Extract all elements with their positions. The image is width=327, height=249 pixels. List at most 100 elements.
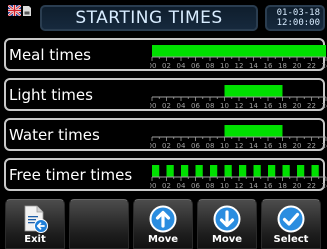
move-down-button[interactable]: Move [197,199,257,249]
active-period-bar [166,165,174,177]
hour-label: 14 [249,102,258,109]
hour-label: 22 [307,142,316,149]
hour-label: 24 [322,142,327,149]
hour-label: 18 [278,142,287,149]
hour-label: 24 [322,182,327,189]
page-title: STARTING TIMES [40,5,258,31]
hour-label: 02 [162,102,171,109]
row-label: Light times [9,86,93,104]
hour-label: 12 [235,62,244,69]
active-period-bar [195,165,203,177]
hour-label: 14 [249,62,258,69]
active-period-bar [239,165,247,177]
hour-label: 10 [220,182,229,189]
move-up-label: Move [147,234,179,245]
active-period-bar [311,165,319,177]
hour-label: 22 [307,182,316,189]
schedule-row-free-timer[interactable]: Free timer times 00 02 04 06 08 10 12 14 16 18 20 2… [4,158,327,191]
hour-label: 04 [177,62,186,69]
hour-label: 10 [220,62,229,69]
hour-label: 20 [293,142,302,149]
hour-label: 02 [162,142,171,149]
header-status-icons [8,5,31,27]
hour-label: 02 [162,62,171,69]
hour-label: 10 [220,142,229,149]
select-button[interactable]: Select [261,199,321,249]
hour-label: 16 [264,102,273,109]
starting-times-screen: STARTING TIMES 01-03-18 12:00:00 Meal ti… [0,0,327,249]
active-period-bar [152,45,326,57]
hour-label: 08 [206,182,215,189]
hour-label: 16 [264,62,273,69]
active-period-bar [210,165,218,177]
hour-label: 18 [278,62,287,69]
hour-label: 24 [322,62,327,69]
schedule-row-light[interactable]: Light times 00 02 04 06 08 10 12 14 16 18 20 22 24 [4,78,327,111]
softkey-bar: Exit Move Move Select [0,199,327,249]
hour-label: 16 [264,142,273,149]
hour-label: 12 [235,182,244,189]
active-period-bar [297,165,305,177]
time-text: 12:00:00 [276,18,320,28]
active-period-bar [181,165,189,177]
timeline-light: 00 02 04 06 08 10 12 14 16 18 20 22 24 [150,85,327,109]
hour-label: 14 [249,182,258,189]
hour-label: 20 [293,182,302,189]
hour-label: 08 [206,62,215,69]
datetime-display: 01-03-18 12:00:00 [265,5,325,31]
hour-label: 06 [191,142,200,149]
hour-label: 06 [191,62,200,69]
row-label: Water times [9,126,100,144]
uk-flag-icon[interactable] [8,5,21,16]
active-period-bar [253,165,261,177]
timeline-meal: 00 02 04 06 08 10 12 14 16 18 20 22 24 [150,45,327,69]
hour-label: 18 [278,102,287,109]
date-text: 01-03-18 [276,8,320,18]
timeline-free-timer: 00 02 04 06 08 10 12 14 16 18 20 22 24 [150,165,327,189]
hour-label: 04 [177,182,186,189]
row-label: Free timer times [9,166,133,184]
hour-label: 14 [249,142,258,149]
hour-label: 08 [206,102,215,109]
active-period-bar [268,165,276,177]
active-period-bar [224,165,232,177]
hour-label: 12 [235,102,244,109]
timeline-water: 00 02 04 06 08 10 12 14 16 18 20 22 24 [150,125,327,149]
blank-softkey[interactable] [69,199,129,249]
arrow-down-icon [213,205,241,233]
checkmark-icon [277,205,305,233]
hour-label: 00 [150,102,156,109]
move-up-button[interactable]: Move [133,199,193,249]
hour-label: 20 [293,102,302,109]
exit-icon [24,205,48,233]
select-label: Select [273,234,309,245]
header-bar: STARTING TIMES 01-03-18 12:00:00 [0,0,327,35]
hour-label: 00 [150,62,156,69]
memory-card-icon [23,6,31,16]
active-period-bar [224,125,283,137]
exit-button-label: Exit [24,234,46,245]
hour-label: 08 [206,142,215,149]
hour-label: 00 [150,142,156,149]
hour-label: 04 [177,102,186,109]
arrow-up-icon [149,205,177,233]
exit-button[interactable]: Exit [5,199,65,249]
hour-label: 06 [191,102,200,109]
active-period-bar [224,85,283,97]
hour-label: 00 [150,182,156,189]
active-period-bar [282,165,290,177]
hour-label: 04 [177,142,186,149]
hour-label: 22 [307,102,316,109]
hour-label: 22 [307,62,316,69]
row-label: Meal times [9,46,92,64]
hour-label: 18 [278,182,287,189]
hour-label: 24 [322,102,327,109]
hour-label: 20 [293,62,302,69]
hour-label: 06 [191,182,200,189]
move-down-label: Move [211,234,243,245]
hour-label: 16 [264,182,273,189]
hour-label: 02 [162,182,171,189]
schedule-row-meal[interactable]: Meal times 00 02 04 06 08 10 12 14 16 18 20 22 24 [4,38,327,71]
schedule-row-water[interactable]: Water times 00 02 04 06 08 10 12 14 16 18 20 22 24 [4,118,327,151]
hour-label: 10 [220,102,229,109]
